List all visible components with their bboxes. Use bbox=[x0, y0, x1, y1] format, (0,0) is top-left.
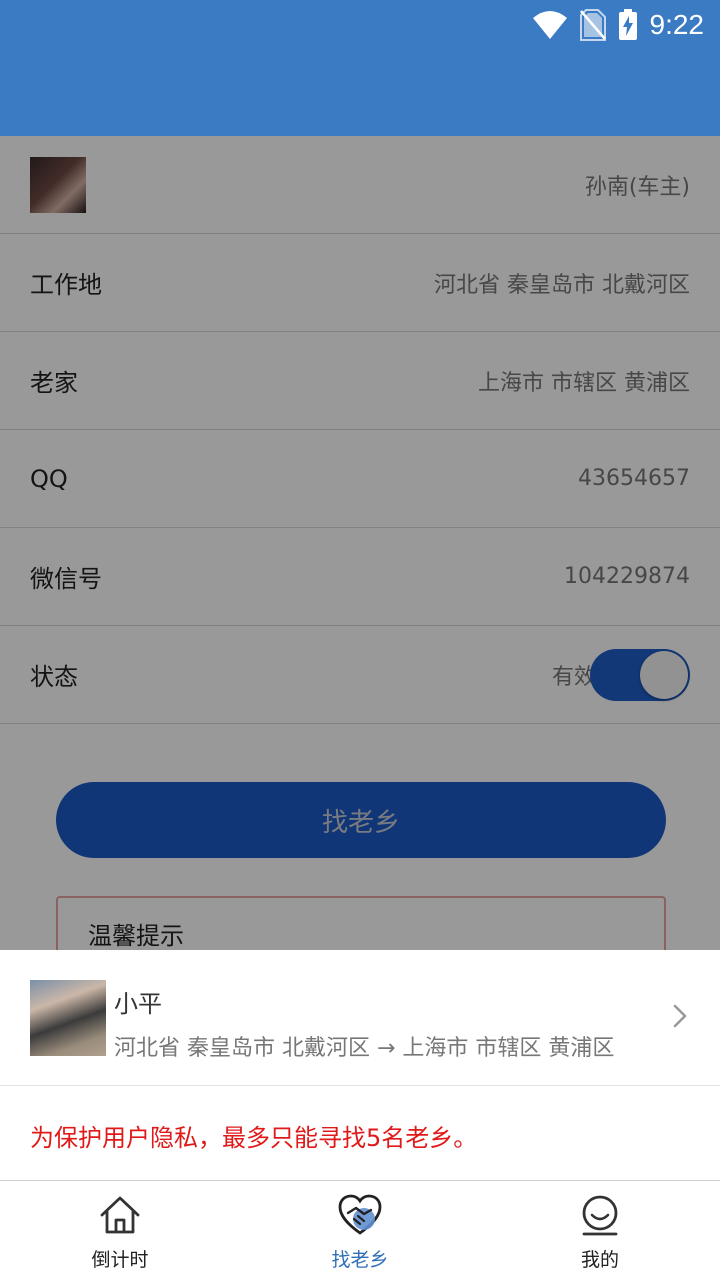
no-sim-icon bbox=[579, 9, 606, 41]
heart-handshake-icon bbox=[338, 1194, 382, 1235]
privacy-notice: 为保护用户隐私，最多只能寻找5名老乡。 bbox=[30, 1124, 478, 1152]
modal-overlay[interactable] bbox=[0, 136, 720, 950]
clock: 9:22 bbox=[649, 9, 705, 40]
tab-find-fellow[interactable]: 找老乡 bbox=[240, 1181, 480, 1280]
match-avatar bbox=[30, 980, 106, 1056]
tab-label: 找老乡 bbox=[331, 1249, 389, 1271]
match-route: 河北省 秦皇岛市 北戴河区 → 上海市 市辖区 黄浦区 bbox=[114, 1036, 615, 1061]
tab-mine[interactable]: 我的 bbox=[480, 1181, 720, 1280]
user-face-icon bbox=[582, 1195, 618, 1236]
status-bar: 9:22 bbox=[0, 0, 720, 50]
wifi-icon bbox=[532, 11, 567, 39]
house-icon bbox=[100, 1196, 140, 1234]
tab-label: 我的 bbox=[580, 1249, 619, 1271]
match-list-item[interactable]: 小平 河北省 秦皇岛市 北戴河区 → 上海市 市辖区 黄浦区 bbox=[0, 950, 720, 1086]
chevron-right-icon bbox=[673, 1004, 687, 1028]
tab-countdown[interactable]: 倒计时 bbox=[0, 1181, 240, 1280]
app-bar bbox=[0, 50, 720, 136]
battery-charging-icon bbox=[618, 9, 637, 40]
bottom-tab-bar: 倒计时 找老乡 我的 bbox=[0, 1180, 720, 1280]
match-name: 小平 bbox=[114, 990, 162, 1018]
tab-label: 倒计时 bbox=[91, 1249, 149, 1271]
result-sheet: 小平 河北省 秦皇岛市 北戴河区 → 上海市 市辖区 黄浦区 为保护用户隐私，最… bbox=[0, 950, 720, 1180]
status-icons: 9:22 bbox=[532, 6, 705, 44]
